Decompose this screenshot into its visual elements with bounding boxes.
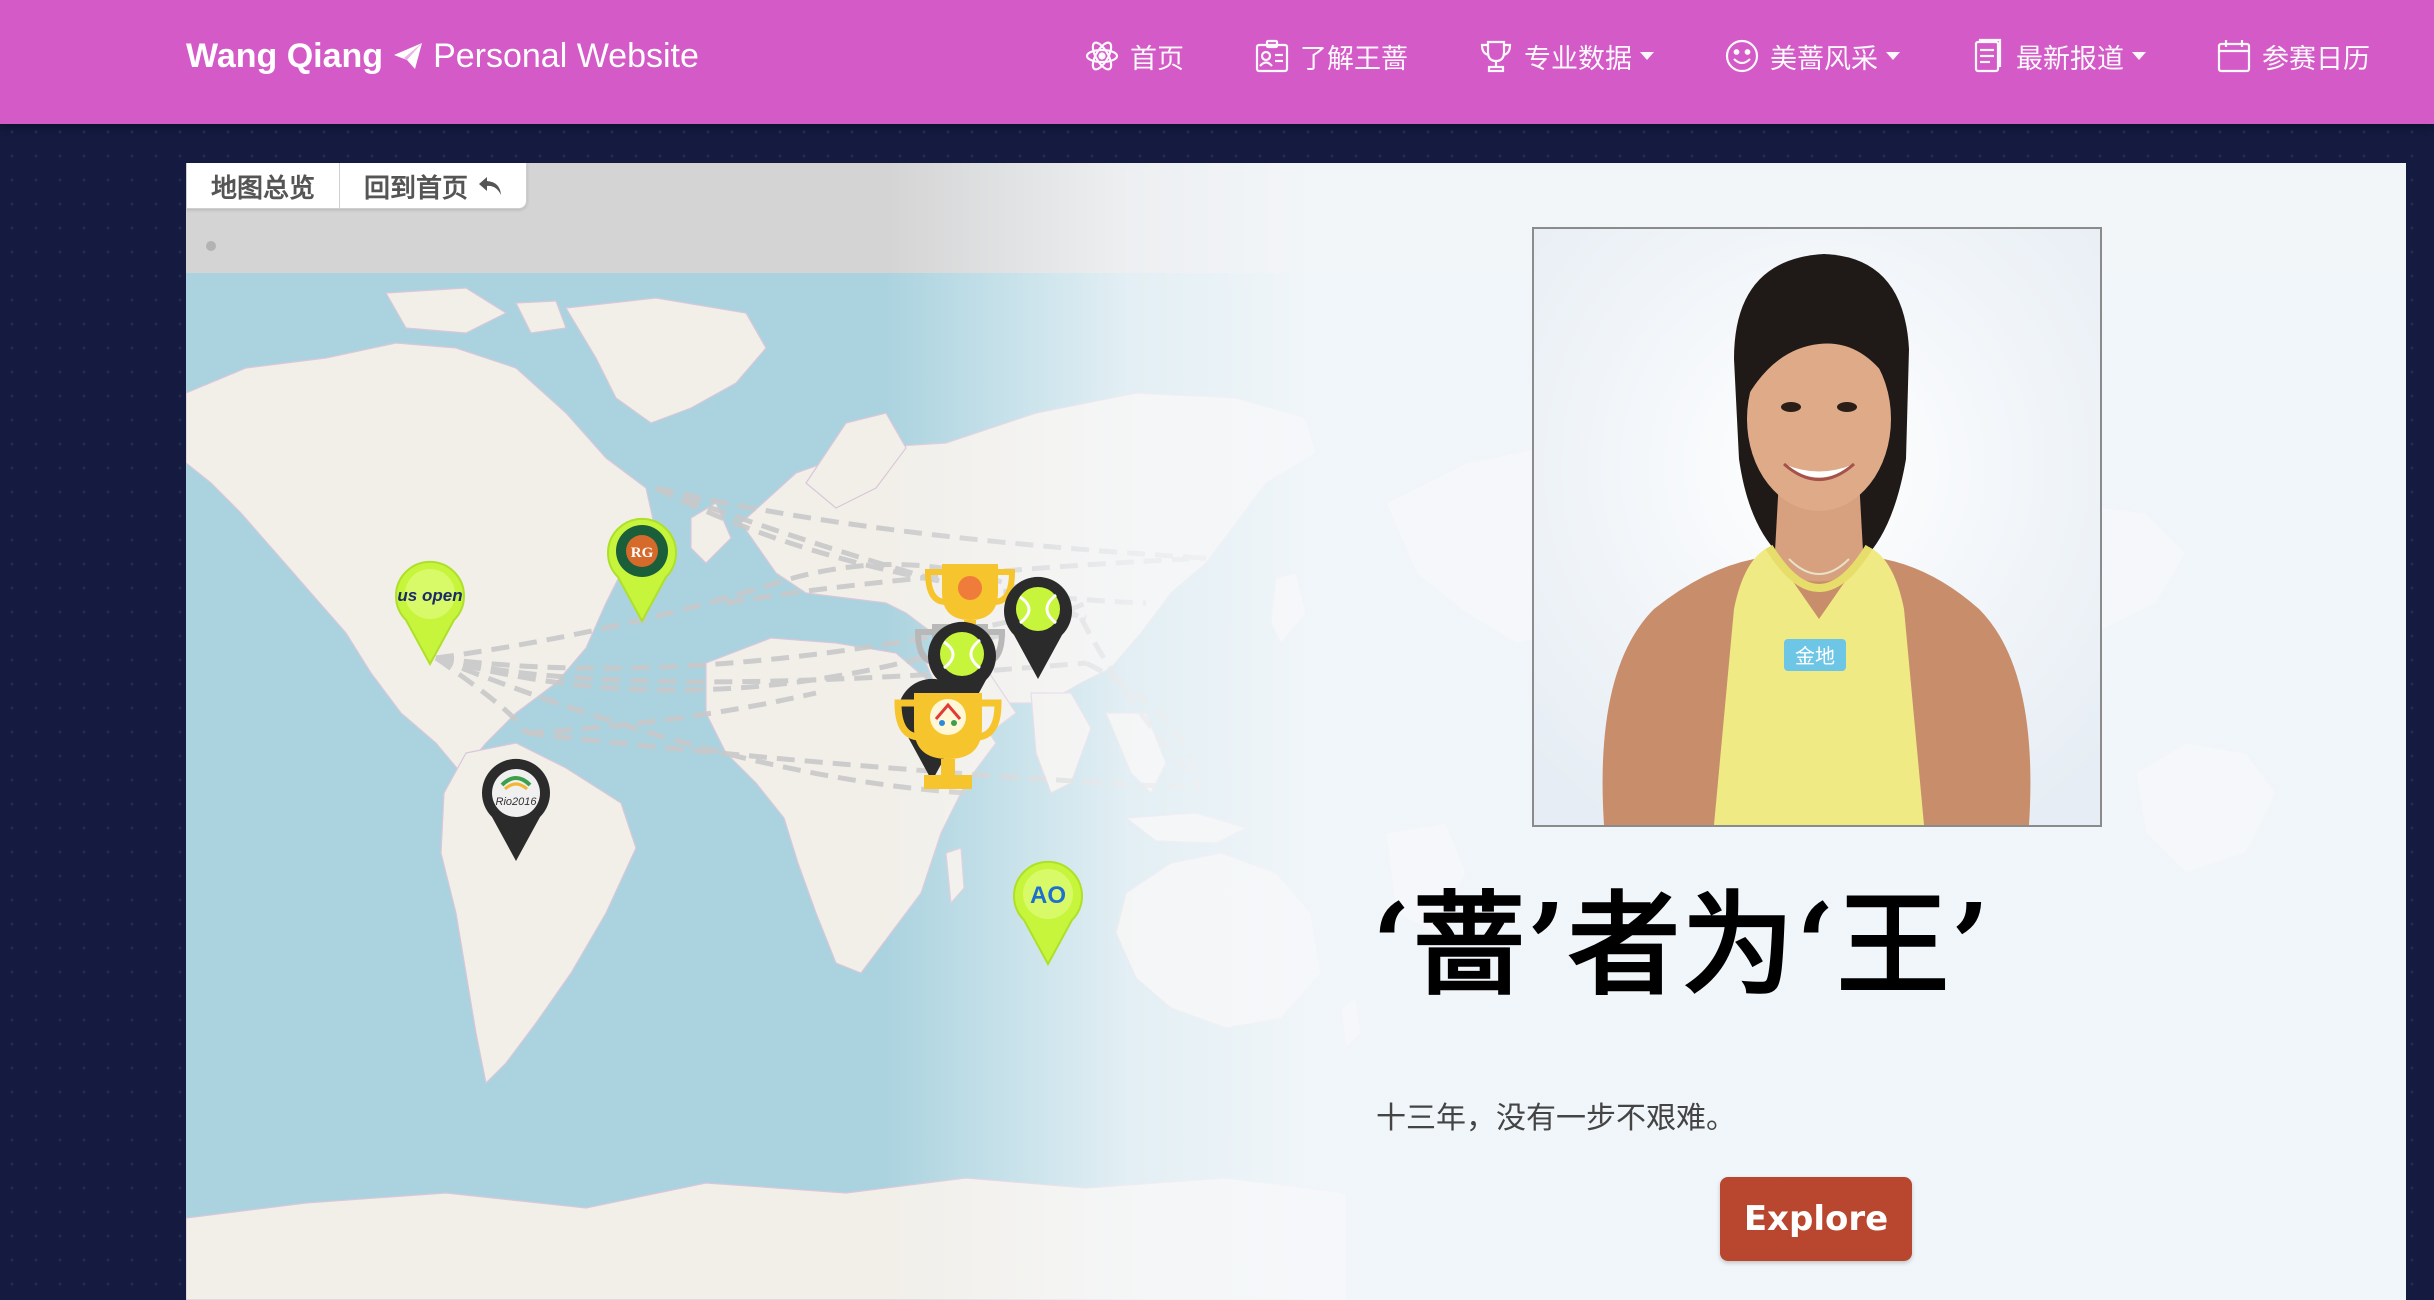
map-dot bbox=[206, 241, 216, 251]
marker-tennis-east-asia[interactable] bbox=[1002, 573, 1074, 681]
marker-rio-2016[interactable]: Rio2016 bbox=[480, 755, 552, 863]
nav-item-label: 首页 bbox=[1130, 43, 1184, 75]
smile-icon bbox=[1724, 38, 1760, 74]
hero-panel: 地图总览 回到首页 us open RG Rio2016 AO 金地 ‘蔷’者为… bbox=[186, 163, 2406, 1300]
reply-arrow-icon bbox=[478, 175, 502, 197]
us-open-logo-text: us open bbox=[397, 586, 462, 605]
player-portrait: 金地 bbox=[1532, 227, 2102, 827]
atom-icon bbox=[1084, 38, 1120, 74]
world-map[interactable]: 地图总览 回到首页 us open RG Rio2016 AO 金地 ‘蔷’者为… bbox=[186, 163, 2406, 1300]
explore-button[interactable]: Explore bbox=[1720, 1177, 1912, 1261]
tab-label: 回到首页 bbox=[364, 173, 469, 204]
nav-item-gallery[interactable]: 美蔷风采 bbox=[1724, 37, 1900, 76]
brand-name: Wang Qiang bbox=[186, 36, 384, 75]
tab-label: 地图总览 bbox=[211, 173, 316, 204]
tab-map-overview[interactable]: 地图总览 bbox=[187, 163, 339, 209]
nav-item-stats[interactable]: 专业数据 bbox=[1478, 37, 1654, 76]
nav-item-calendar[interactable]: 参赛日历 bbox=[2216, 37, 2370, 76]
top-navbar: Wang Qiang Personal Website 首页 了解王蔷 专业数据 bbox=[0, 0, 2434, 124]
marker-asian-games[interactable] bbox=[892, 685, 1004, 797]
chevron-down-icon bbox=[1640, 52, 1654, 60]
sponsor-badge-text: 金地 bbox=[1795, 644, 1835, 668]
marker-australian-open[interactable]: AO bbox=[1012, 858, 1084, 967]
marker-us-open[interactable]: us open bbox=[394, 558, 466, 667]
trophy-icon bbox=[1478, 38, 1514, 74]
map-tabs: 地图总览 回到首页 bbox=[186, 163, 528, 209]
tab-back-home[interactable]: 回到首页 bbox=[339, 163, 526, 209]
rio-2016-logo-text: Rio2016 bbox=[496, 796, 538, 808]
calendar-icon bbox=[2216, 38, 2252, 74]
nav-item-label: 专业数据 bbox=[1524, 43, 1632, 75]
chevron-down-icon bbox=[2132, 52, 2146, 60]
nav-item-label: 美蔷风采 bbox=[1770, 43, 1878, 75]
nav-item-about[interactable]: 了解王蔷 bbox=[1254, 37, 1408, 76]
nav-item-label: 参赛日历 bbox=[2262, 43, 2370, 75]
chevron-down-icon bbox=[1886, 52, 1900, 60]
brand[interactable]: Wang Qiang Personal Website bbox=[186, 34, 699, 78]
marker-roland-garros[interactable]: RG bbox=[606, 515, 678, 624]
main-nav: 首页 了解王蔷 专业数据 美蔷风采 最新报道 参赛日历 bbox=[1084, 34, 2370, 78]
id-card-icon bbox=[1254, 38, 1290, 74]
nav-item-news[interactable]: 最新报道 bbox=[1970, 37, 2146, 76]
nav-item-label: 最新报道 bbox=[2016, 43, 2124, 75]
ao-logo-text: AO bbox=[1030, 882, 1066, 909]
roland-garros-logo-text: RG bbox=[631, 545, 654, 561]
hero-subtitle: 十三年，没有一步不艰难。 bbox=[1376, 1101, 1736, 1136]
brand-subtitle: Personal Website bbox=[433, 36, 699, 75]
nav-item-home[interactable]: 首页 bbox=[1084, 37, 1184, 76]
document-icon bbox=[1970, 38, 2006, 74]
hero-title: ‘蔷’者为‘王’ bbox=[1372, 880, 1992, 1011]
paper-plane-icon bbox=[393, 42, 423, 70]
nav-item-label: 了解王蔷 bbox=[1300, 43, 1408, 75]
